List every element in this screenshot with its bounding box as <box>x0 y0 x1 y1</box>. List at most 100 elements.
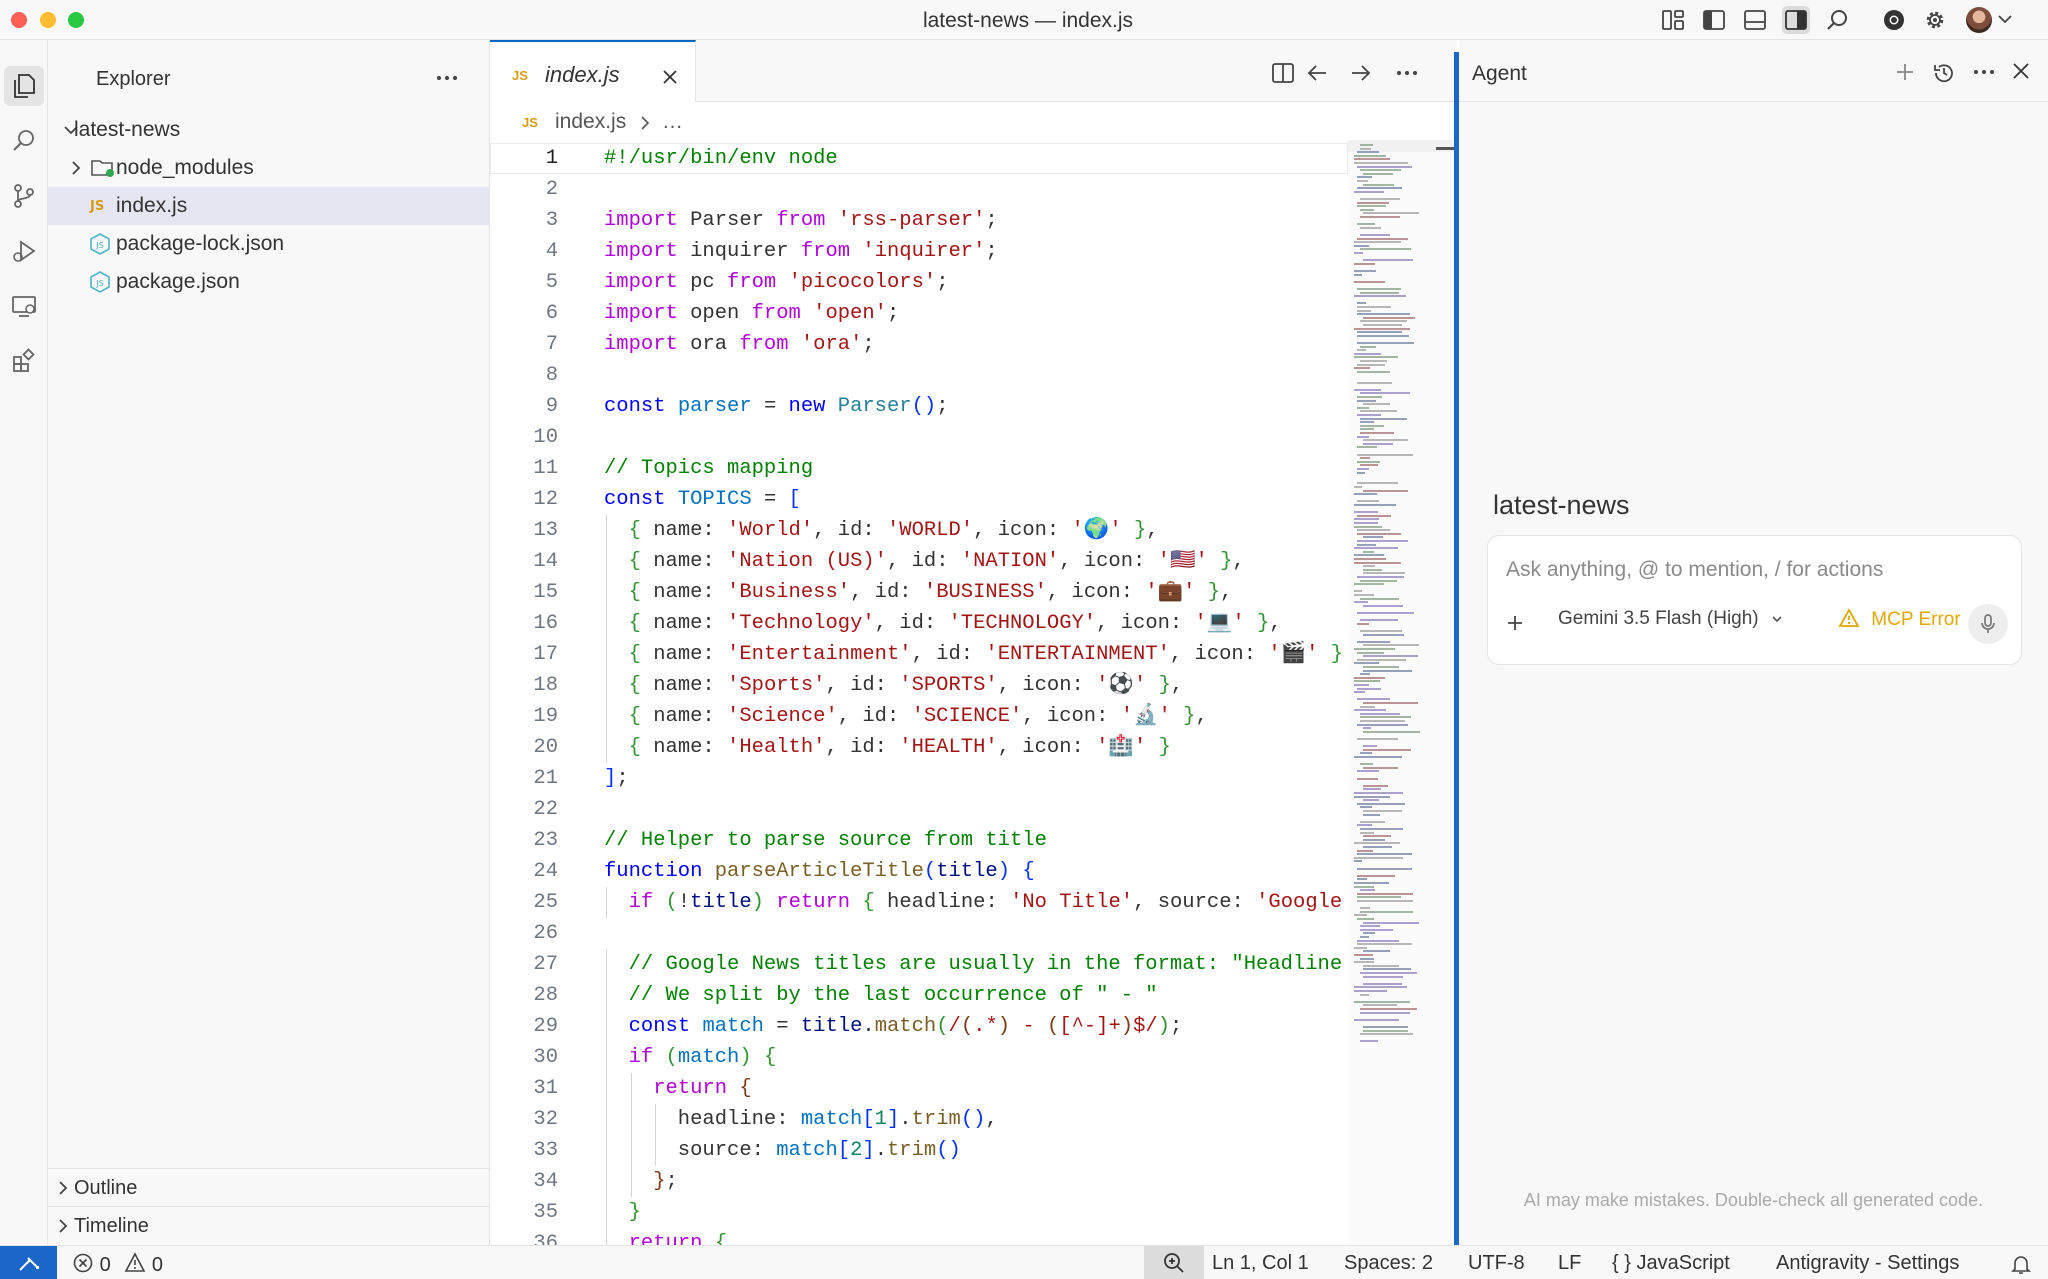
tree-item-package-lock-json[interactable]: JS package-lock.json <box>48 225 489 263</box>
microphone-button[interactable] <box>1968 604 2008 644</box>
code-line[interactable]: 4 import inquirer from 'inquirer'; <box>490 236 1348 267</box>
code-line[interactable]: 21]; <box>490 763 1348 794</box>
search-icon[interactable] <box>1823 6 1851 34</box>
code-line[interactable]: 23 // Helper to parse source from title <box>490 825 1348 856</box>
chat-input[interactable] <box>1506 558 2006 582</box>
code-line[interactable]: 14 { name: 'Nation (US)', id: 'NATION', … <box>490 546 1348 577</box>
code-line[interactable]: 11 // Topics mapping <box>490 453 1348 484</box>
layout-icon[interactable] <box>1659 6 1687 34</box>
code-line[interactable]: 17 { name: 'Entertainment', id: 'ENTERTA… <box>490 639 1348 670</box>
problems-indicator[interactable]: 0 0 <box>72 1252 163 1277</box>
source-control-icon[interactable] <box>4 176 44 216</box>
more-actions-icon[interactable] <box>435 66 459 90</box>
minimap-line <box>1363 550 1374 553</box>
arrow-left-icon[interactable] <box>1306 62 1328 84</box>
tree-item-package-json[interactable]: JS package.json <box>48 263 489 301</box>
gear-icon[interactable] <box>1921 6 1949 34</box>
settings-profile[interactable]: Antigravity - Settings <box>1776 1252 1959 1275</box>
code-line[interactable]: 13 { name: 'World', id: 'WORLD', icon: '… <box>490 515 1348 546</box>
code-line[interactable]: 31 return { <box>490 1073 1348 1104</box>
code-line[interactable]: 32 headline: match[1].trim(), <box>490 1104 1348 1135</box>
line-number: 33 <box>533 1139 558 1162</box>
tree-root-folder[interactable]: latest-news <box>48 111 489 149</box>
toggle-panel-icon[interactable] <box>1741 6 1769 34</box>
code-line[interactable]: 12 const TOPICS = [ <box>490 484 1348 515</box>
code-line[interactable]: 35 } <box>490 1197 1348 1228</box>
toggle-secondary-sidebar-icon[interactable] <box>1782 6 1810 34</box>
search-icon[interactable] <box>4 121 44 161</box>
minimap-line <box>1357 514 1391 517</box>
run-debug-icon[interactable] <box>4 231 44 271</box>
breadcrumb-file[interactable]: index.js <box>555 110 626 134</box>
remote-indicator[interactable] <box>0 1246 57 1279</box>
history-icon[interactable] <box>1932 61 1956 85</box>
code-line[interactable]: 1 #!/usr/bin/env node <box>490 143 1348 174</box>
code-line[interactable]: 19 { name: 'Science', id: 'SCIENCE', ico… <box>490 701 1348 732</box>
more-actions-icon[interactable] <box>1972 61 1996 83</box>
minimap-line <box>1354 522 1378 524</box>
code-line[interactable]: 34 }; <box>490 1166 1348 1197</box>
code-line[interactable]: 8 <box>490 360 1348 391</box>
toggle-primary-sidebar-icon[interactable] <box>1700 6 1728 34</box>
code-line[interactable]: 16 { name: 'Technology', id: 'TECHNOLOGY… <box>490 608 1348 639</box>
close-icon[interactable] <box>661 68 679 86</box>
more-actions-icon[interactable] <box>1395 62 1419 84</box>
code-line[interactable]: 5 import pc from 'picocolors'; <box>490 267 1348 298</box>
breadcrumb-rest[interactable]: … <box>662 110 683 134</box>
indent-guide <box>630 1166 632 1197</box>
language-label: JavaScript <box>1636 1252 1730 1274</box>
code-line[interactable]: 2 <box>490 174 1348 205</box>
scrollbar-thumb[interactable] <box>1436 147 1456 150</box>
code-line[interactable]: 25 if (!title) return { headline: 'No Ti… <box>490 887 1348 918</box>
tab-index-js[interactable]: JS index.js <box>490 40 696 102</box>
minimap-line <box>1357 406 1369 409</box>
indentation[interactable]: Spaces: 2 <box>1344 1252 1433 1275</box>
code-line[interactable]: 24 function parseArticleTitle(title) { <box>490 856 1348 887</box>
outline-section[interactable]: Outline <box>48 1168 489 1206</box>
tree-item-index-js[interactable]: JS index.js <box>48 187 489 225</box>
code-line[interactable]: 33 source: match[2].trim() <box>490 1135 1348 1166</box>
arrow-right-icon[interactable] <box>1350 62 1372 84</box>
minimap-line <box>1363 745 1377 748</box>
split-editor-icon[interactable] <box>1272 62 1294 84</box>
bell-icon[interactable] <box>2010 1253 2032 1275</box>
code-line[interactable]: 29 const match = title.match(/(.*) - ([^… <box>490 1011 1348 1042</box>
code-line[interactable]: 36 return { <box>490 1228 1348 1245</box>
code-text: { name: 'Business', id: 'BUSINESS', icon… <box>628 581 1233 604</box>
end-of-line[interactable]: LF <box>1558 1252 1581 1275</box>
code-line[interactable]: 30 if (match) { <box>490 1042 1348 1073</box>
code-line[interactable]: 28 // We split by the last occurrence of… <box>490 980 1348 1011</box>
code-line[interactable]: 22 <box>490 794 1348 825</box>
encoding[interactable]: UTF-8 <box>1468 1252 1525 1275</box>
add-context-icon[interactable] <box>1504 612 1526 634</box>
code-line[interactable]: 9 const parser = new Parser(); <box>490 391 1348 422</box>
code-line[interactable]: 15 { name: 'Business', id: 'BUSINESS', i… <box>490 577 1348 608</box>
cursor-position[interactable]: Ln 1, Col 1 <box>1212 1252 1309 1275</box>
zoom-button[interactable] <box>1144 1246 1204 1279</box>
minimap[interactable] <box>1348 140 1456 1245</box>
minimap-line <box>1360 712 1400 715</box>
tree-item-node-modules[interactable]: node_modules <box>48 149 489 187</box>
code-line[interactable]: 10 <box>490 422 1348 453</box>
code-line[interactable]: 7 import ora from 'ora'; <box>490 329 1348 360</box>
avatar[interactable] <box>1966 7 1992 33</box>
chrome-icon[interactable] <box>1880 6 1908 34</box>
line-number: 26 <box>533 922 558 945</box>
close-icon[interactable] <box>2011 61 2031 81</box>
model-selector[interactable]: Gemini 3.5 Flash (High) <box>1558 608 1784 630</box>
code-editor[interactable]: 1 #!/usr/bin/env node 2 3 import Parser from… <box>490 140 1348 1245</box>
remote-explorer-icon[interactable] <box>4 286 44 326</box>
timeline-section[interactable]: Timeline <box>48 1206 489 1244</box>
code-line[interactable]: 26 <box>490 918 1348 949</box>
code-line[interactable]: 27 // Google News titles are usually in … <box>490 949 1348 980</box>
mcp-error-indicator[interactable]: MCP Error <box>1838 608 1961 631</box>
chevron-down-icon[interactable] <box>1996 10 2014 28</box>
language-mode[interactable]: { } JavaScript <box>1612 1252 1730 1275</box>
extensions-icon[interactable] <box>4 341 44 381</box>
code-line[interactable]: 6 import open from 'open'; <box>490 298 1348 329</box>
explorer-icon[interactable] <box>4 66 44 106</box>
code-line[interactable]: 3 import Parser from 'rss-parser'; <box>490 205 1348 236</box>
plus-icon[interactable] <box>1894 61 1916 83</box>
code-line[interactable]: 18 { name: 'Sports', id: 'SPORTS', icon:… <box>490 670 1348 701</box>
code-line[interactable]: 20 { name: 'Health', id: 'HEALTH', icon:… <box>490 732 1348 763</box>
